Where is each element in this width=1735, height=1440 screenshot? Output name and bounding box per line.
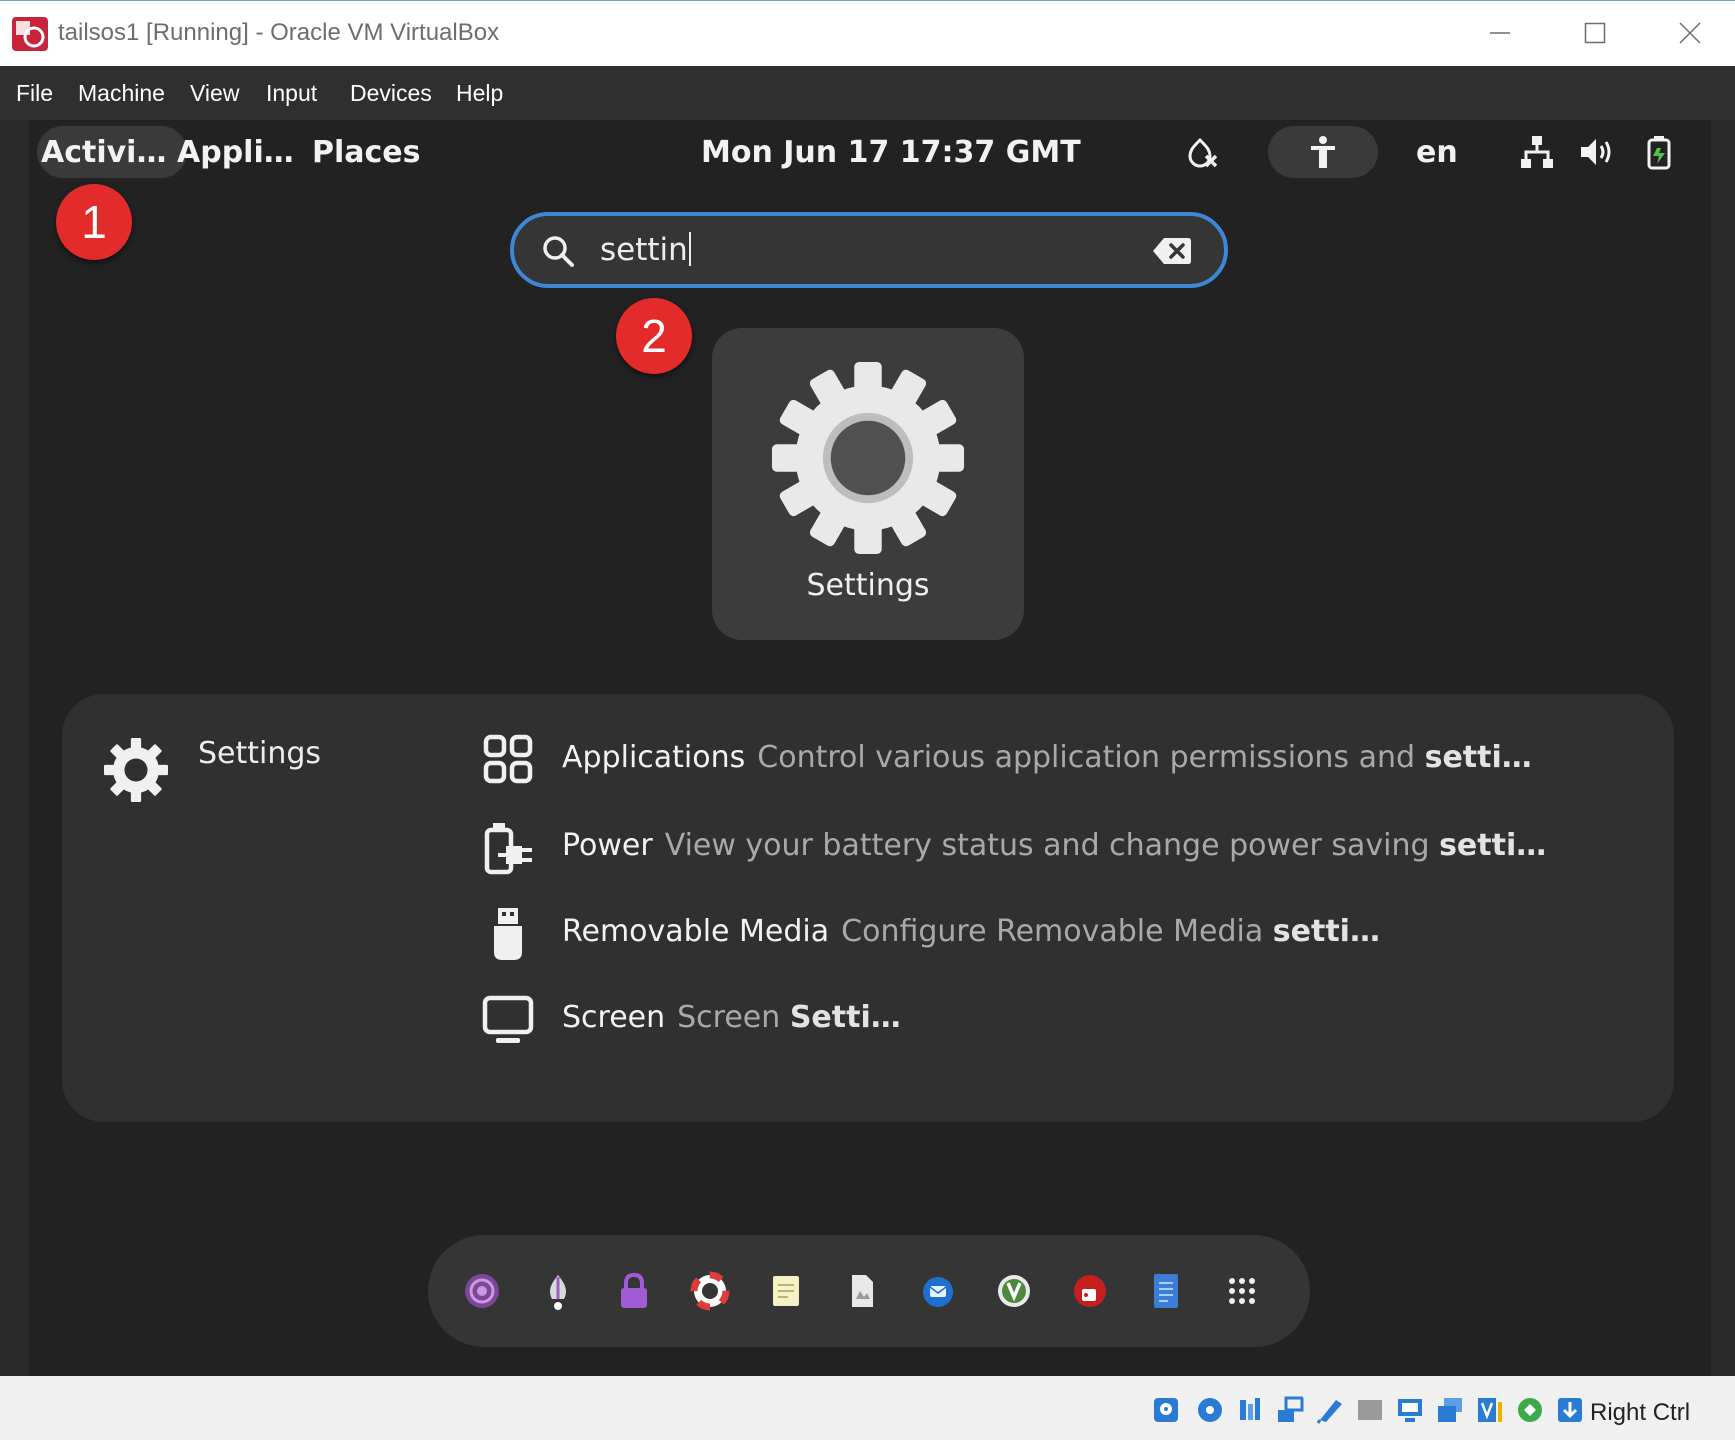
result-text: Removable Media Configure Removable Media… bbox=[562, 914, 1380, 949]
onion-share-icon[interactable] bbox=[538, 1271, 578, 1311]
recording-icon[interactable] bbox=[1436, 1396, 1464, 1424]
clock[interactable]: Mon Jun 17 17:37 GMT bbox=[701, 135, 1081, 170]
places-menu[interactable]: Places bbox=[312, 135, 421, 170]
minimize-button[interactable] bbox=[1470, 9, 1530, 57]
search-query: settin bbox=[600, 232, 688, 268]
shared-folders-icon[interactable] bbox=[1356, 1396, 1384, 1424]
display-icon[interactable] bbox=[1396, 1396, 1424, 1424]
close-icon bbox=[1679, 22, 1701, 44]
menu-view[interactable]: View bbox=[190, 80, 239, 107]
menu-input[interactable]: Input bbox=[266, 80, 317, 107]
volume-icon[interactable] bbox=[1578, 134, 1614, 170]
settings-provider-label[interactable]: Settings bbox=[198, 736, 321, 771]
menu-file[interactable]: File bbox=[16, 80, 53, 107]
result-description: View your battery status and change powe… bbox=[664, 828, 1430, 863]
window-title: tailsos1 [Running] - Oracle VM VirtualBo… bbox=[58, 19, 500, 46]
dash bbox=[428, 1235, 1310, 1347]
usb-icon[interactable] bbox=[1316, 1396, 1344, 1424]
electrum-icon[interactable] bbox=[994, 1271, 1034, 1311]
maximize-icon bbox=[1584, 22, 1606, 44]
applications-menu[interactable]: Appli… bbox=[177, 135, 294, 170]
result-description: Screen bbox=[677, 1000, 781, 1035]
close-button[interactable] bbox=[1660, 9, 1720, 57]
settings-search-results: Settings Applications Control various app… bbox=[62, 694, 1674, 1122]
step-badge-2: 2 bbox=[616, 298, 692, 374]
optical-drive-icon[interactable] bbox=[1196, 1396, 1224, 1424]
vt-x-icon[interactable] bbox=[1476, 1396, 1504, 1424]
keepassxc-icon[interactable] bbox=[614, 1271, 654, 1311]
result-title: Removable Media bbox=[562, 914, 830, 949]
tor-connection-icon[interactable] bbox=[1184, 134, 1220, 170]
virtualbox-app-icon bbox=[12, 17, 48, 51]
keyboard-capture-icon[interactable] bbox=[1556, 1396, 1584, 1424]
result-text: Power View your battery status and change… bbox=[562, 828, 1546, 863]
tor-browser-icon[interactable] bbox=[462, 1271, 502, 1311]
network-icon[interactable] bbox=[1519, 134, 1555, 170]
gnome-top-bar: Activi… Appli… Places Mon Jun 17 17:37 G… bbox=[29, 120, 1711, 184]
vm-statusbar: Right Ctrl bbox=[0, 1376, 1735, 1440]
mouse-integration-icon[interactable] bbox=[1516, 1396, 1544, 1424]
search-entry[interactable]: settin bbox=[510, 212, 1228, 288]
help-lifebuoy-icon[interactable] bbox=[690, 1271, 730, 1311]
network-adapters-icon[interactable] bbox=[1276, 1396, 1304, 1424]
text-caret bbox=[688, 232, 691, 266]
battery-icon[interactable] bbox=[1641, 134, 1677, 170]
result-description: Configure Removable Media bbox=[841, 914, 1264, 949]
settings-gear-icon bbox=[771, 361, 965, 555]
menu-devices[interactable]: Devices bbox=[350, 80, 432, 107]
result-title: Power bbox=[562, 828, 653, 863]
settings-provider-gear-icon bbox=[104, 738, 168, 802]
hard-disk-icon[interactable] bbox=[1152, 1396, 1180, 1424]
result-row-screen[interactable]: Screen Screen Setti… bbox=[482, 992, 1642, 1052]
pidgin-icon[interactable] bbox=[1070, 1271, 1110, 1311]
audio-icon[interactable] bbox=[1236, 1396, 1264, 1424]
result-match: setti… bbox=[1439, 828, 1547, 863]
search-icon bbox=[543, 236, 574, 267]
minimize-icon bbox=[1490, 32, 1510, 34]
result-text: Applications Control various application … bbox=[562, 740, 1532, 775]
result-match: setti… bbox=[1272, 914, 1380, 949]
window-titlebar: tailsos1 [Running] - Oracle VM VirtualBo… bbox=[0, 0, 1735, 66]
search-input[interactable]: settin bbox=[600, 232, 691, 268]
result-row-power[interactable]: Power View your battery status and change… bbox=[482, 820, 1642, 880]
clear-icon[interactable] bbox=[1152, 236, 1192, 266]
result-row-applications[interactable]: Applications Control various application … bbox=[482, 732, 1642, 792]
power-plug-icon bbox=[484, 823, 532, 875]
result-row-removable-media[interactable]: Removable Media Configure Removable Media… bbox=[482, 906, 1642, 966]
accessibility-icon[interactable] bbox=[1305, 134, 1341, 170]
result-match: Setti… bbox=[789, 1000, 901, 1035]
guest-display[interactable]: Activi… Appli… Places Mon Jun 17 17:37 G… bbox=[29, 120, 1711, 1376]
app-result-label: Settings bbox=[806, 568, 930, 603]
result-text: Screen Screen Setti… bbox=[562, 1000, 901, 1035]
documents-icon[interactable] bbox=[1146, 1271, 1186, 1311]
step-badge-1: 1 bbox=[56, 184, 132, 260]
vm-menubar: File Machine View Input Devices Help bbox=[0, 66, 1735, 120]
result-title: Screen bbox=[562, 1000, 666, 1035]
text-editor-icon[interactable] bbox=[766, 1271, 806, 1311]
maximize-button[interactable] bbox=[1565, 9, 1625, 57]
result-match: setti… bbox=[1424, 740, 1532, 775]
keyboard-layout-indicator[interactable]: en bbox=[1416, 135, 1458, 170]
activities-button[interactable]: Activi… bbox=[41, 135, 166, 170]
result-title: Applications bbox=[562, 740, 746, 775]
menu-machine[interactable]: Machine bbox=[78, 80, 165, 107]
host-key-label: Right Ctrl bbox=[1590, 1399, 1691, 1426]
app-result-settings[interactable]: Settings bbox=[712, 328, 1024, 640]
menu-help[interactable]: Help bbox=[456, 80, 503, 107]
thunderbird-icon[interactable] bbox=[918, 1271, 958, 1311]
applications-grid-icon bbox=[483, 734, 533, 784]
files-icon[interactable] bbox=[842, 1271, 882, 1311]
usb-drive-icon bbox=[494, 908, 522, 960]
show-apps-grid-icon[interactable] bbox=[1222, 1271, 1262, 1311]
monitor-icon bbox=[482, 995, 534, 1043]
result-description: Control various application permissions … bbox=[757, 740, 1416, 775]
